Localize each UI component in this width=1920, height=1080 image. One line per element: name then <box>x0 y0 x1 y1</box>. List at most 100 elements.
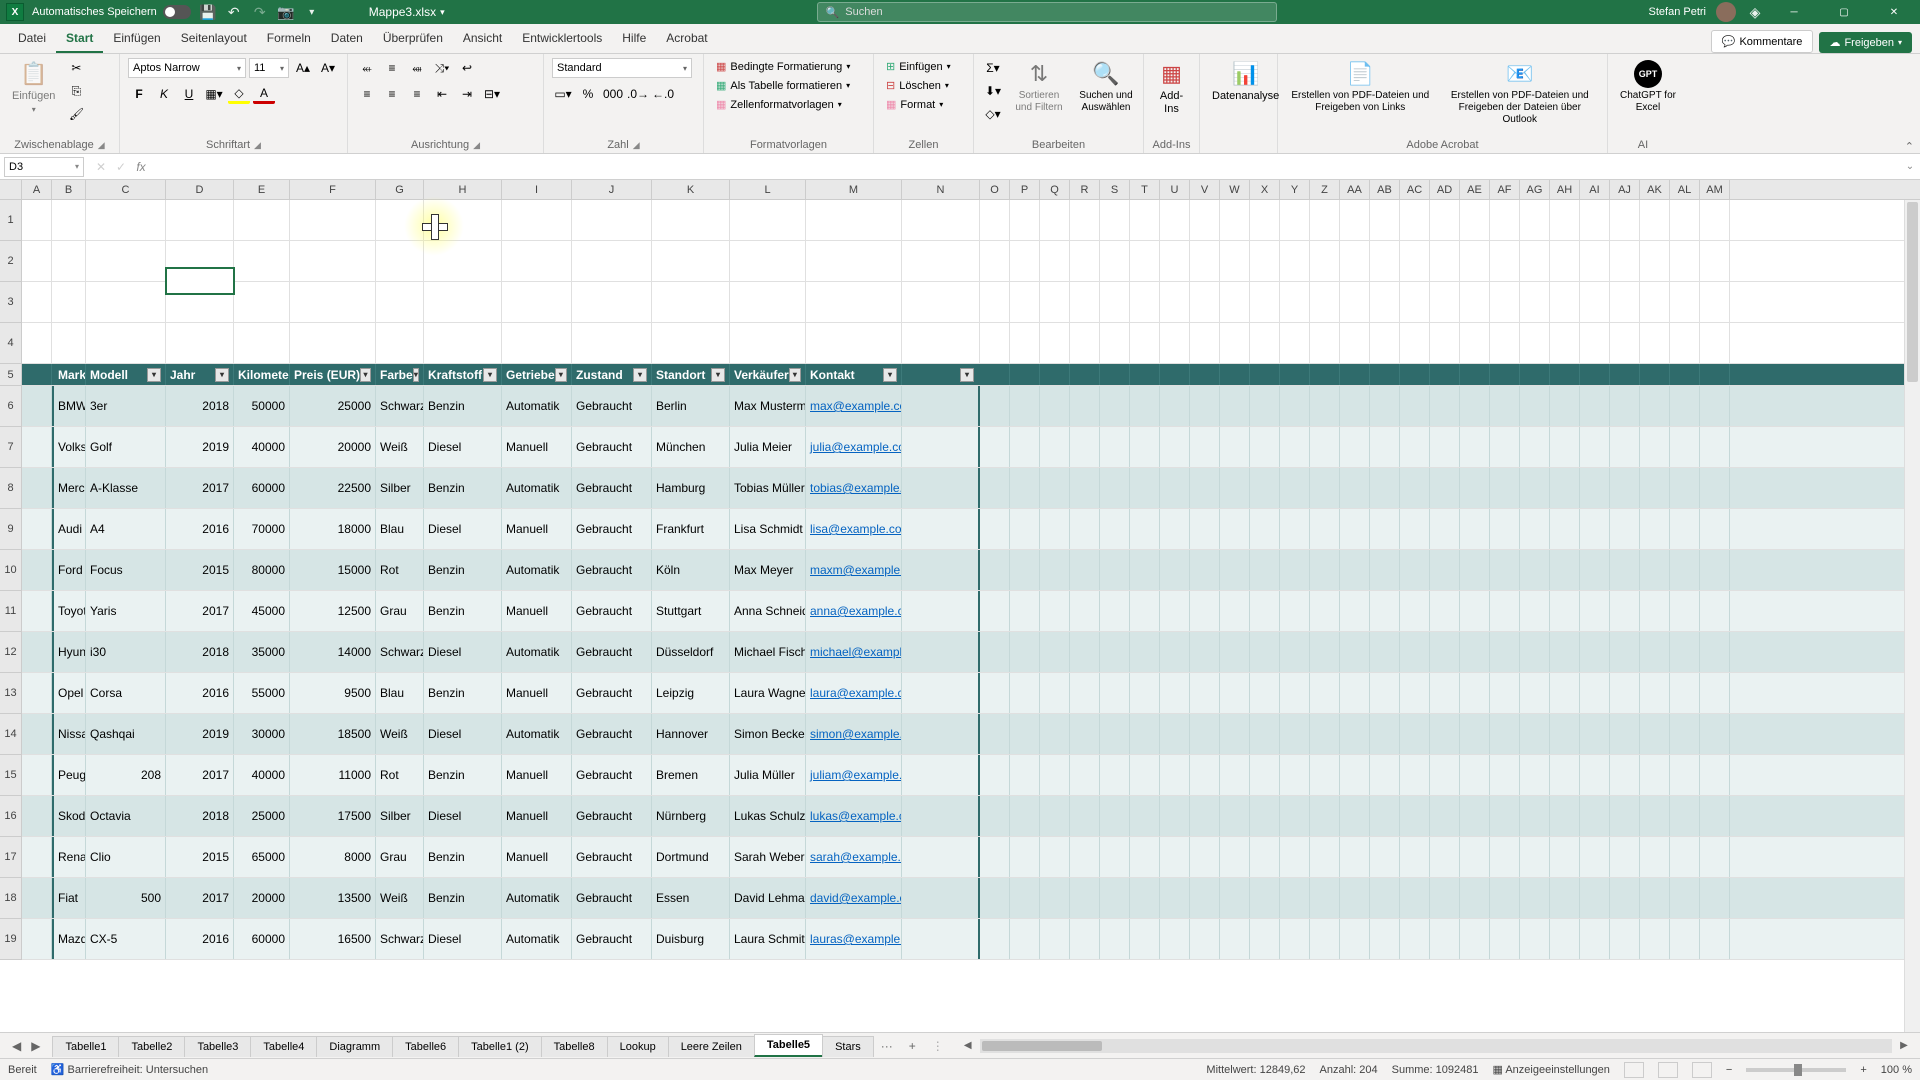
cell[interactable] <box>1430 755 1460 795</box>
cell[interactable] <box>1370 796 1400 836</box>
sheet-tab[interactable]: Tabelle3 <box>184 1036 251 1057</box>
dialog-launcher-icon[interactable]: ◢ <box>98 140 105 151</box>
cell[interactable] <box>1460 386 1490 426</box>
cell[interactable] <box>1370 714 1400 754</box>
cell[interactable]: Fiat <box>52 878 86 918</box>
cell[interactable]: 9500 <box>290 673 376 713</box>
filter-dropdown-icon[interactable]: ▾ <box>960 368 974 382</box>
cell[interactable] <box>1130 755 1160 795</box>
cell[interactable] <box>1100 468 1130 508</box>
cell[interactable] <box>1490 200 1520 240</box>
cell[interactable]: Gebraucht <box>572 591 652 631</box>
cell[interactable] <box>502 200 572 240</box>
cell[interactable]: A4 <box>86 509 166 549</box>
cell[interactable] <box>1430 796 1460 836</box>
orientation-icon[interactable]: ⤨▾ <box>431 58 453 78</box>
cell[interactable] <box>290 282 376 322</box>
cell[interactable] <box>1100 919 1130 959</box>
cell[interactable] <box>22 386 52 426</box>
cell[interactable] <box>1040 468 1070 508</box>
filter-dropdown-icon[interactable]: ▾ <box>147 368 161 382</box>
cell[interactable] <box>1220 364 1250 385</box>
cell[interactable] <box>1610 796 1640 836</box>
copy-icon[interactable]: ⎘ <box>65 81 87 101</box>
sheet-tab[interactable]: Tabelle5 <box>754 1034 823 1057</box>
cell[interactable]: Diesel <box>424 427 502 467</box>
cell[interactable] <box>1160 364 1190 385</box>
cell[interactable] <box>902 550 980 590</box>
cell[interactable] <box>1340 878 1370 918</box>
cell[interactable]: Gebraucht <box>572 919 652 959</box>
cell[interactable] <box>1130 509 1160 549</box>
cell[interactable]: Weiß <box>376 427 424 467</box>
column-header[interactable]: F <box>290 180 376 199</box>
cell[interactable] <box>1400 673 1430 713</box>
menu-tab-entwicklertools[interactable]: Entwicklertools <box>512 25 612 53</box>
cell[interactable] <box>1340 550 1370 590</box>
cell[interactable] <box>730 241 806 281</box>
cell[interactable]: BMW <box>52 386 86 426</box>
cell[interactable]: Mercedes <box>52 468 86 508</box>
cell[interactable] <box>1670 241 1700 281</box>
cell[interactable] <box>806 241 902 281</box>
cell[interactable] <box>1460 509 1490 549</box>
format-painter-icon[interactable]: 🖌 <box>65 104 87 124</box>
cell[interactable] <box>1490 714 1520 754</box>
merge-icon[interactable]: ⊟▾ <box>481 84 503 104</box>
filter-dropdown-icon[interactable]: ▾ <box>360 368 371 382</box>
cell[interactable] <box>1220 323 1250 363</box>
cell[interactable] <box>980 282 1010 322</box>
filename[interactable]: Mappe3.xlsx ▾ <box>369 5 445 19</box>
undo-icon[interactable]: ↶ <box>225 3 243 21</box>
cell[interactable]: 15000 <box>290 550 376 590</box>
cell[interactable]: Duisburg <box>652 919 730 959</box>
cell[interactable] <box>1280 241 1310 281</box>
cell[interactable]: Modell▾ <box>86 364 166 385</box>
cell[interactable] <box>1430 364 1460 385</box>
cell[interactable] <box>1610 241 1640 281</box>
cell[interactable] <box>1220 919 1250 959</box>
cell[interactable] <box>1550 632 1580 672</box>
normal-view-icon[interactable] <box>1624 1062 1644 1078</box>
cell[interactable] <box>1580 386 1610 426</box>
cell[interactable]: Nürnberg <box>652 796 730 836</box>
cell[interactable] <box>1310 878 1340 918</box>
cell[interactable] <box>1130 364 1160 385</box>
cell[interactable] <box>980 878 1010 918</box>
cell[interactable] <box>22 550 52 590</box>
email-link[interactable]: simon@example.com <box>806 714 902 754</box>
cell[interactable] <box>1490 919 1520 959</box>
accessibility-status[interactable]: ♿ Barrierefreiheit: Untersuchen <box>51 1063 208 1076</box>
cell[interactable] <box>1640 550 1670 590</box>
cell[interactable]: Diesel <box>424 796 502 836</box>
cell[interactable] <box>1130 323 1160 363</box>
cell[interactable] <box>1670 509 1700 549</box>
cell[interactable] <box>1490 591 1520 631</box>
cell[interactable] <box>1220 755 1250 795</box>
cell[interactable] <box>1130 632 1160 672</box>
cell[interactable] <box>1460 364 1490 385</box>
fx-icon[interactable]: fx <box>132 160 150 174</box>
cell[interactable] <box>1010 323 1040 363</box>
cell[interactable] <box>1310 468 1340 508</box>
select-all-corner[interactable] <box>0 180 22 199</box>
cell[interactable] <box>1580 200 1610 240</box>
cell[interactable]: Leipzig <box>652 673 730 713</box>
cell[interactable] <box>1070 200 1100 240</box>
minimize-button[interactable]: ─ <box>1774 0 1814 24</box>
cell[interactable]: 50000 <box>234 386 290 426</box>
cell[interactable]: Laura Wagner <box>730 673 806 713</box>
cell[interactable]: Focus <box>86 550 166 590</box>
sort-filter-button[interactable]: ⇅ Sortieren und Filtern <box>1010 58 1068 116</box>
cell[interactable] <box>1700 591 1730 631</box>
cell[interactable] <box>234 282 290 322</box>
find-select-button[interactable]: 🔍 Suchen und Auswählen <box>1074 58 1138 116</box>
column-header[interactable]: AE <box>1460 180 1490 199</box>
cell[interactable] <box>1280 323 1310 363</box>
accounting-icon[interactable]: ▭▾ <box>552 84 574 104</box>
cell[interactable]: Clio <box>86 837 166 877</box>
cell[interactable] <box>1040 364 1070 385</box>
cell[interactable] <box>1550 241 1580 281</box>
cell[interactable] <box>1310 632 1340 672</box>
cell[interactable]: Benzin <box>424 468 502 508</box>
